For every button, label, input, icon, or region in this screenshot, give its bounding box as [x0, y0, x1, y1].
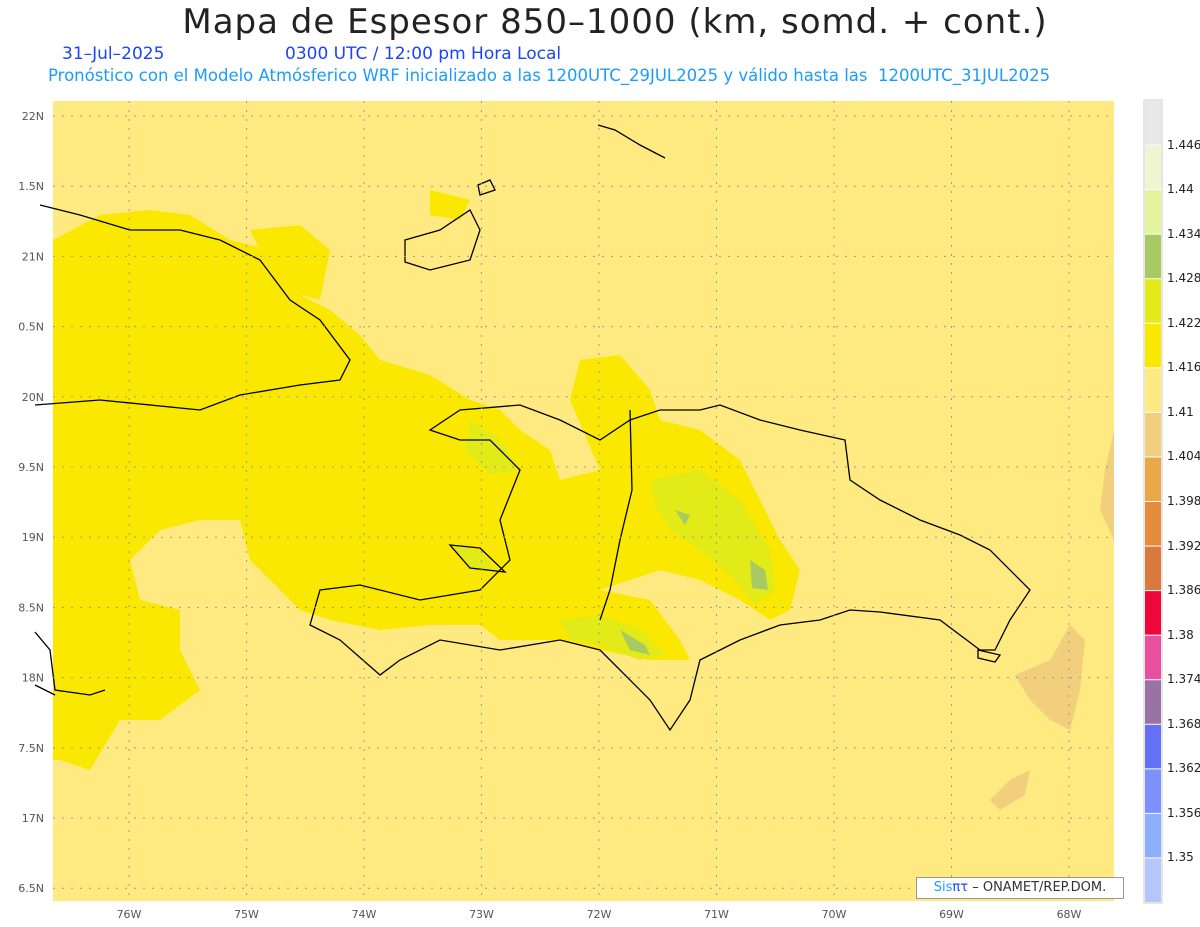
colorbar-label: 1.434 — [1167, 226, 1200, 241]
colorbar-label: 1.368 — [1167, 716, 1200, 731]
colorbar-label: 1.41 — [1167, 404, 1194, 419]
colorbar-swatch — [1145, 813, 1161, 858]
lat-tick-label: 1.5N — [18, 180, 44, 193]
credit-pi: πτ — [952, 880, 969, 895]
colorbar-label: 1.404 — [1167, 449, 1200, 464]
lat-tick-label: 18N — [22, 672, 44, 685]
map-canvas: 76W 75W 74W 73W 72W 71W 70W 69W 68W 22N 1.5N 21N 0.5… — [18, 99, 1163, 921]
colorbar-label: 1.38 — [1167, 627, 1194, 642]
colorbar-label: 1.416 — [1167, 360, 1200, 375]
colorbar-swatch — [1145, 546, 1161, 591]
lon-tick-label: 75W — [234, 908, 259, 921]
colorbar-swatch — [1145, 635, 1161, 680]
colorbar-swatch — [1145, 279, 1161, 323]
colorbar-label: 1.386 — [1167, 583, 1200, 598]
credit-box: Sisπτ – ONAMET/REP.DOM. — [916, 877, 1124, 899]
lat-tick-label: 20N — [22, 391, 44, 404]
lat-tick-label: 22N — [22, 110, 44, 123]
lat-tick-label: 7.5N — [18, 742, 44, 755]
colorbar-label: 1.392 — [1167, 538, 1200, 553]
credit-org: – ONAMET/REP.DOM. — [972, 880, 1107, 895]
lon-tick-label: 68W — [1057, 908, 1082, 921]
colorbar-label: 1.428 — [1167, 271, 1200, 286]
lon-tick-label: 72W — [587, 908, 612, 921]
colorbar-swatch — [1145, 412, 1161, 457]
lat-tick-label: 21N — [22, 250, 44, 263]
lon-tick-label: 74W — [352, 908, 377, 921]
lat-tick-label: 8.5N — [18, 601, 44, 614]
lon-tick-label: 69W — [939, 908, 964, 921]
colorbar-swatch — [1145, 368, 1161, 412]
colorbar-label: 1.422 — [1167, 315, 1200, 330]
colorbar-swatch — [1145, 145, 1161, 190]
colorbar-label: 1.44 — [1167, 182, 1194, 197]
colorbar-swatch — [1145, 680, 1161, 724]
lat-tick-label: 19N — [22, 531, 44, 544]
credit-sis: Sis — [933, 880, 953, 895]
colorbar-swatch — [1145, 323, 1161, 368]
colorbar — [1145, 101, 1161, 902]
colorbar-swatch — [1145, 234, 1161, 279]
colorbar-label: 1.356 — [1167, 805, 1200, 820]
lat-tick-label: 0.5N — [18, 321, 44, 334]
lat-tick-label: 9.5N — [18, 461, 44, 474]
colorbar-swatch — [1145, 591, 1161, 635]
colorbar-label: 1.374 — [1167, 672, 1200, 687]
lon-tick-label: 73W — [469, 908, 494, 921]
colorbar-swatch — [1145, 457, 1161, 501]
colorbar-label: 1.35 — [1167, 850, 1194, 865]
colorbar-label: 1.362 — [1167, 761, 1200, 776]
colorbar-swatch — [1145, 724, 1161, 769]
colorbar-swatch — [1145, 502, 1161, 546]
lon-tick-label: 71W — [704, 908, 729, 921]
colorbar-swatch — [1145, 101, 1161, 145]
colorbar-label: 1.446 — [1167, 137, 1200, 152]
lat-tick-label: 6.5N — [18, 882, 44, 895]
lon-tick-label: 76W — [117, 908, 142, 921]
lon-tick-label: 70W — [822, 908, 847, 921]
colorbar-swatch — [1145, 769, 1161, 813]
colorbar-swatch — [1145, 190, 1161, 234]
colorbar-swatch — [1145, 858, 1161, 902]
colorbar-label: 1.398 — [1167, 494, 1200, 508]
lat-tick-label: 17N — [22, 812, 44, 825]
